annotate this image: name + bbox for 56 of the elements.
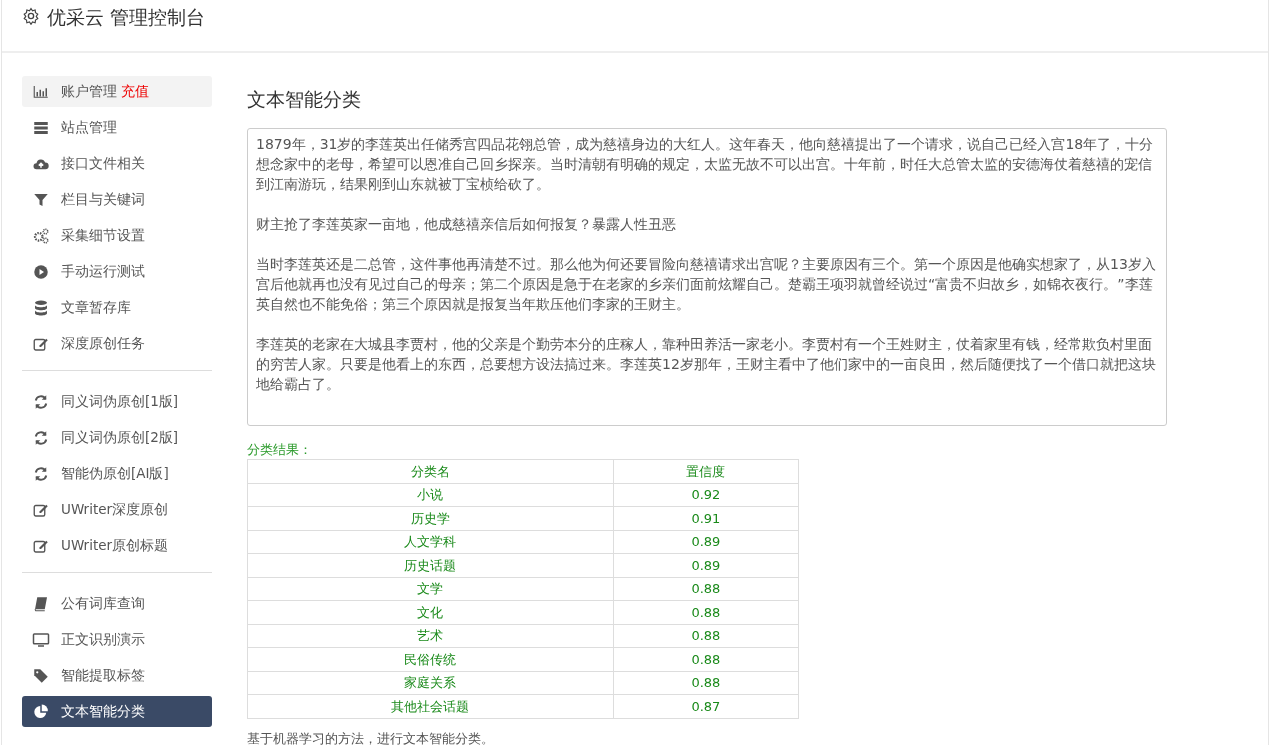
column-header: 分类名 [247, 459, 614, 483]
database-icon [32, 298, 50, 317]
sidebar-item[interactable]: 手动运行测试 [22, 256, 212, 287]
sidebar-item[interactable]: 账户管理 充值 [22, 76, 212, 107]
book-icon [32, 594, 50, 613]
description-text: 基于机器学习的方法，进行文本智能分类。 [247, 729, 495, 745]
sidebar-item[interactable]: 深度原创任务 [22, 328, 212, 359]
tag-icon [32, 666, 50, 685]
recharge-link[interactable]: 充值 [121, 81, 149, 102]
table-cell: 家庭关系 [247, 671, 614, 695]
table-cell: 文学 [247, 577, 614, 601]
table-cell: 小说 [247, 483, 614, 507]
settings-icon [22, 7, 40, 25]
table-cell: 人文学科 [247, 530, 614, 554]
section-title: 文本智能分类 [247, 87, 362, 112]
sidebar-item[interactable]: 公有词库查询 [22, 588, 212, 619]
table-cell: 0.92 [613, 483, 799, 507]
table-cell: 历史话题 [247, 553, 614, 577]
sidebar-item[interactable]: 采集细节设置 [22, 220, 212, 251]
sidebar-item[interactable]: 文本智能分类 [22, 696, 212, 727]
text-input-field[interactable]: 1879年，31岁的李莲英出任储秀宫四品花翎总管，成为慈禧身边的大红人。这年春天，他向慈禧提出了一个请求，说自己已经入宫18年了，十分想念家中的老母，希望可以恩准自己回乡探亲。当时清朝有明确的规定，太监无故不可以出宫。十年前，时任大总管太监的安德海仗着慈禧的宠信到江南游玩，结果刚到山东就被丁宝桢给砍了。 财主抢了李莲英家一亩地，他成慈禧亲信后如何报复？暴露人性丑恶 当时李莲英还是二总管，这件事他再清楚不过。那么他为何还要冒险向慈禧请求出宫呢？主要原因有三个。第一个原因是他确实想家了，从13岁入宫后他就再也没有见过自己的母亲；第二个原因是急于在老家的乡亲们面前炫耀自己。楚霸王项羽就曾经说过“富贵不归故乡，如锦衣夜行。”李莲英自然也不能免俗；第三个原因就是报复当年欺压他们李家的王财主。 李莲英的老家在大城县李贾村，他的父亲是个勤劳本分的庄稼人，靠种田养活一家老小。李贾村有一个王姓财主，仗着家里有钱，经常欺负村里面的穷苦人家。只要是他看上的东西，总要想方设法搞过来。李莲英12岁那年，王财主看中了他们家中的一亩良田，然后随便找了一个借口就把这块地给霸占了。 [247, 127, 1167, 426]
table-cell: 0.89 [613, 553, 799, 577]
table-cell: 0.88 [613, 577, 799, 601]
monitor-icon [32, 630, 50, 649]
table-cell: 历史学 [247, 506, 614, 530]
page-title: 优采云 管理控制台 [47, 5, 206, 30]
pie-chart-icon [32, 702, 50, 721]
table-cell: 0.88 [613, 600, 799, 624]
result-label: 分类结果： [247, 440, 313, 459]
play-icon [32, 262, 50, 281]
sidebar-item[interactable]: 同义词伪原创[2版] [22, 422, 212, 453]
table-cell: 艺术 [247, 624, 614, 648]
sidebar-item[interactable]: 同义词伪原创[1版] [22, 386, 212, 417]
table-cell: 0.89 [613, 530, 799, 554]
sidebar-item[interactable]: 接口文件相关 [22, 148, 212, 179]
table-cell: 文化 [247, 600, 614, 624]
table-cell: 0.88 [613, 624, 799, 648]
sidebar-item[interactable]: 文章暂存库 [22, 292, 212, 323]
sidebar-item[interactable]: UWriter原创标题 [22, 530, 212, 561]
sidebar-item[interactable]: 站点管理 [22, 112, 212, 143]
table-cell: 0.88 [613, 671, 799, 695]
sidebar-item[interactable]: 智能伪原创[AI版] [22, 458, 212, 489]
table-cell: 其他社会话题 [247, 694, 614, 718]
table-cell: 0.91 [613, 506, 799, 530]
sidebar-item[interactable]: 栏目与关键词 [22, 184, 212, 215]
sidebar-item[interactable]: 智能提取标签 [22, 660, 212, 691]
refresh-icon [32, 428, 50, 447]
sidebar-item[interactable]: 正文识别演示 [22, 624, 212, 655]
refresh-icon [32, 464, 50, 483]
table-cell: 0.87 [613, 694, 799, 718]
table-cell: 0.88 [613, 647, 799, 671]
refresh-icon [32, 392, 50, 411]
sidebar-item[interactable]: UWriter深度原创 [22, 494, 212, 525]
column-header: 置信度 [613, 459, 799, 483]
table-cell: 民俗传统 [247, 647, 614, 671]
gears-icon [32, 226, 50, 245]
